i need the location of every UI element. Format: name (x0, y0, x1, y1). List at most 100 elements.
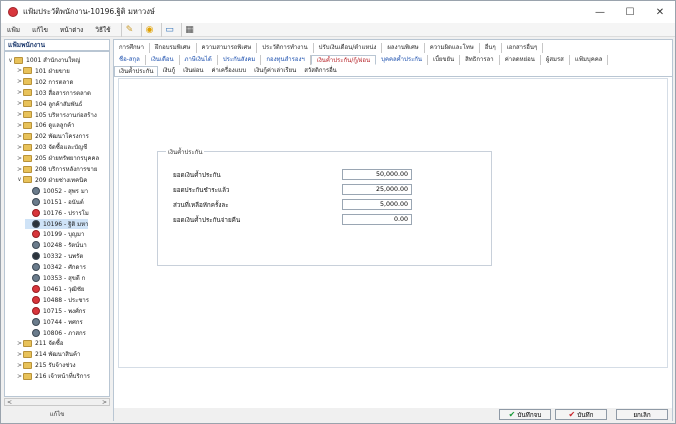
tree-node[interactable]: 10342 - ศักดาร (25, 262, 86, 272)
expand-icon[interactable]: > (16, 155, 23, 162)
tree-node[interactable]: >104 ลูกค้าสัมพันธ์ (16, 99, 82, 109)
expand-icon[interactable]: > (16, 133, 23, 140)
tab-row1-8[interactable]: เอกสารอื่นๆ (502, 43, 544, 53)
tree-node[interactable]: 10806 - ภาสกร (25, 328, 86, 338)
expand-icon[interactable]: > (16, 89, 23, 96)
menu-file[interactable]: แฟ้ม (1, 25, 26, 35)
tab-row2-3[interactable]: ประกันสังคม (218, 55, 262, 65)
tree-node-label: 10151 - อนันต์ (43, 198, 84, 206)
collapse-icon[interactable]: ∨ (7, 57, 14, 64)
tree-node[interactable]: >103 สื่อสารการตลาด (16, 88, 91, 98)
paid-amount-field[interactable] (342, 184, 412, 195)
tab-row1-3[interactable]: ประวัติการทำงาน (257, 43, 314, 53)
subtab-5[interactable]: สวัสดิการอื่น (300, 66, 341, 76)
tree-node[interactable]: >211 จัดซื้อ (16, 338, 63, 348)
installment-field[interactable] (342, 199, 412, 210)
tab-row1-6[interactable]: ความผิดและโทษ (425, 43, 480, 53)
subtab-0[interactable]: เงินค้ำประกัน (114, 66, 159, 76)
expand-icon[interactable]: > (16, 122, 23, 129)
tree-node[interactable]: >215 รับจ้างช่วง (16, 360, 76, 370)
tab-row2-9[interactable]: ค่าลดหย่อน (500, 55, 541, 65)
tree-node[interactable]: >105 บริหารงานก่อสร้าง (16, 110, 97, 120)
subtab-4[interactable]: เงินกู้ค่าเล่าเรียน (250, 66, 300, 76)
menu-window[interactable]: หน้าต่าง (54, 25, 89, 35)
pencil-icon[interactable]: ✎ (121, 23, 137, 37)
employee-photo-icon (32, 241, 40, 250)
subtab-2[interactable]: เงินผ่อน (179, 66, 207, 76)
tab-row2-8[interactable]: สิทธิการลา (460, 55, 500, 65)
tab-row2-0[interactable]: ชื่อ-สกุล (114, 55, 146, 65)
save-close-button[interactable]: ✔ บันทึกจบ (499, 409, 551, 420)
tree-node[interactable]: >202 พัฒนาโครงการ (16, 131, 89, 141)
tab-row1-5[interactable]: ผลงานพิเศษ (382, 43, 425, 53)
tab-row2-6[interactable]: บุคคลค้ำประกัน (376, 55, 429, 65)
tree-node[interactable]: >208 บริการหลังการขาย (16, 164, 97, 174)
tree-node[interactable]: ∨ 209 ฝ่ายช่างเทคนิค (16, 175, 87, 185)
folder-icon (23, 143, 32, 151)
tree-node[interactable]: >106 ดูแลลูกค้า (16, 120, 75, 130)
guarantee-amount-field[interactable] (342, 169, 412, 180)
tab-row2-4[interactable]: กองทุนสำรองฯ (261, 55, 311, 65)
tab-row2-2[interactable]: ภาษีเงินได้ (180, 55, 218, 65)
tab-row1-4[interactable]: ปรับเงินเดือน/ตำแหน่ง (314, 43, 383, 53)
tab-row1-0[interactable]: การศึกษา (114, 43, 150, 53)
employee-tree[interactable]: ∨ 1001 สำนักงานใหญ่ >101 ฝ่ายขาย >102 การตล… (4, 51, 110, 397)
tree-node[interactable]: >101 ฝ่ายขาย (16, 66, 70, 76)
calculator-icon[interactable]: ▦ (181, 23, 197, 37)
tree-node[interactable]: >205 ฝ่ายทรัพยากรบุคคล (16, 153, 99, 163)
minimize-button[interactable]: — (585, 1, 615, 23)
save-button[interactable]: ✔ บันทึก (555, 409, 607, 420)
close-button[interactable]: ✕ (645, 1, 675, 23)
subtab-3[interactable]: ค่าเครื่องแบบ (207, 66, 250, 76)
tree-node[interactable]: >216 เจ้าหน้าที่บริการ (16, 371, 90, 381)
tree-node[interactable]: 10461 - วุฒิชัย (25, 284, 84, 294)
tree-node[interactable]: 10332 - นพรัต (25, 251, 83, 261)
tab-row1-1[interactable]: ฝึกอบรมพิเศษ (150, 43, 197, 53)
expand-icon[interactable]: > (16, 78, 23, 85)
expand-icon[interactable]: > (16, 340, 23, 347)
tab-row2-1[interactable]: เงินเดือน (146, 55, 180, 65)
maximize-button[interactable]: ☐ (615, 1, 645, 23)
expand-icon[interactable]: > (16, 362, 23, 369)
employee-photo-icon (32, 230, 40, 239)
tree-node[interactable]: >102 การตลาด (16, 77, 73, 87)
cancel-button[interactable]: ยกเลิก (616, 409, 668, 420)
tab-row1-7[interactable]: อื่นๆ (480, 43, 502, 53)
expand-icon[interactable]: > (16, 166, 23, 173)
tree-node[interactable]: 10488 - ประชาร (25, 295, 89, 305)
tree-node[interactable]: 10715 - พงศ์กร (25, 306, 86, 316)
tab-row1-2[interactable]: ความสามารถพิเศษ (197, 43, 258, 53)
tree-node[interactable]: 10248 - รัตน์นา (25, 240, 87, 250)
subtab-1[interactable]: เงินกู้ (158, 66, 179, 76)
monitor-icon[interactable]: ▭ (161, 23, 177, 37)
collapse-icon[interactable]: ∨ (16, 176, 23, 183)
menu-edit[interactable]: แก้ไข (26, 25, 54, 35)
menu-help[interactable]: วิธีใช้ (89, 25, 116, 35)
expand-icon[interactable]: > (16, 144, 23, 151)
help-icon[interactable]: ◉ (141, 23, 157, 37)
tree-node[interactable]: 10199 - บุญมา (25, 229, 84, 239)
refund-amount-field[interactable] (342, 214, 412, 225)
tree-node[interactable]: 10176 - ปรารโม (25, 208, 89, 218)
tree-node[interactable]: >203 จัดซื้อและบัญชี (16, 142, 87, 152)
tree-node[interactable]: 10052 - สุพร มา (25, 186, 88, 196)
tree-node[interactable]: 10151 - อนันต์ (25, 197, 84, 207)
tree-node[interactable]: 10744 - ทศกร (25, 317, 83, 327)
tree-node-label: 202 พัฒนาโครงการ (35, 133, 89, 141)
scroll-right-icon[interactable]: > (102, 399, 107, 406)
tree-node[interactable]: 10196 - ฐิติ มหา (25, 218, 89, 229)
expand-icon[interactable]: > (16, 351, 23, 358)
tree-node[interactable]: 10353 - สุขดี ก (25, 273, 85, 283)
expand-icon[interactable]: > (16, 67, 23, 74)
expand-icon[interactable]: > (16, 373, 23, 380)
tree-horizontal-scrollbar[interactable]: < > (4, 398, 110, 406)
tab-row2-11[interactable]: แฟ้มบุคคล (570, 55, 609, 65)
expand-icon[interactable]: > (16, 100, 23, 107)
tab-row2-7[interactable]: เบี้ยขยัน (428, 55, 461, 65)
tree-node[interactable]: ∨ 1001 สำนักงานใหญ่ (7, 55, 80, 65)
expand-icon[interactable]: > (16, 111, 23, 118)
tab-row2-5[interactable]: เงินค้ำประกัน/กู้/ผ่อน (310, 55, 377, 65)
tab-row2-10[interactable]: ผู้สมรส (541, 55, 570, 65)
scroll-left-icon[interactable]: < (7, 399, 12, 406)
tree-node[interactable]: >214 พัฒนาสินค้า (16, 349, 80, 359)
